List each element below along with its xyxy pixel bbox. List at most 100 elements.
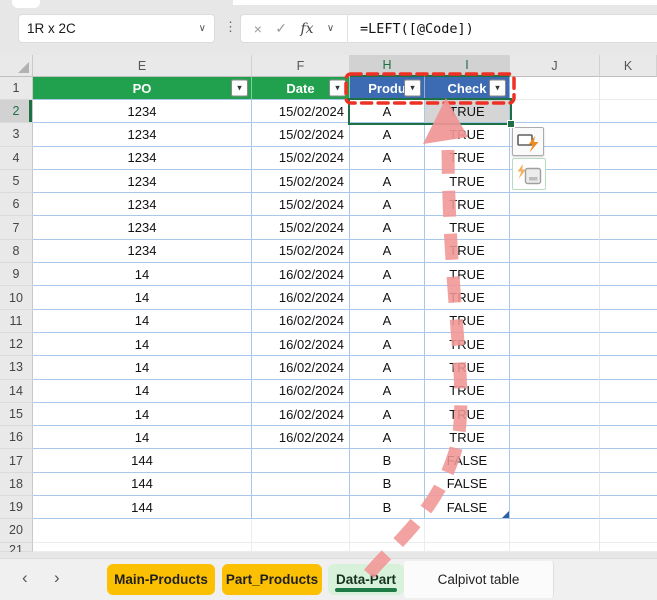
cell-F17[interactable] <box>252 449 350 472</box>
cell-F12[interactable]: 16/02/2024 <box>252 333 350 356</box>
cell-E18[interactable]: 144 <box>33 473 252 496</box>
column-header-K[interactable]: K <box>600 55 657 77</box>
cell-E11[interactable]: 14 <box>33 310 252 333</box>
cell-K7[interactable] <box>600 216 657 239</box>
cell-I13[interactable]: TRUE <box>425 356 510 379</box>
cell-E16[interactable]: 14 <box>33 426 252 449</box>
cell-F20[interactable] <box>252 519 350 542</box>
cancel-icon[interactable]: × <box>254 21 262 37</box>
cell-F10[interactable]: 16/02/2024 <box>252 286 350 309</box>
cell-J13[interactable] <box>510 356 600 379</box>
chevron-down-icon[interactable]: ∨ <box>199 23 206 34</box>
cell-F15[interactable]: 16/02/2024 <box>252 403 350 426</box>
cell-E17[interactable]: 144 <box>33 449 252 472</box>
cell-E21[interactable] <box>33 543 252 552</box>
cell-J20[interactable] <box>510 519 600 542</box>
cell-I2[interactable]: TRUE <box>425 100 510 123</box>
row-header-12[interactable]: 12 <box>0 333 33 356</box>
row-header-16[interactable]: 16 <box>0 426 33 449</box>
cell-H10[interactable]: A <box>350 286 425 309</box>
row-header-15[interactable]: 15 <box>0 403 33 426</box>
name-box[interactable]: 1R x 2C ∨ <box>18 14 215 43</box>
row-header-14[interactable]: 14 <box>0 380 33 403</box>
flash-fill-options-button[interactable] <box>512 127 544 156</box>
cell-F18[interactable] <box>252 473 350 496</box>
cell-H8[interactable]: A <box>350 240 425 263</box>
row-header-4[interactable]: 4 <box>0 147 33 170</box>
cell-I7[interactable]: TRUE <box>425 216 510 239</box>
row-header-11[interactable]: 11 <box>0 310 33 333</box>
cell-E10[interactable]: 14 <box>33 286 252 309</box>
cell-H3[interactable]: A <box>350 123 425 146</box>
cell-H17[interactable]: B <box>350 449 425 472</box>
flash-fill-suggestion-button[interactable] <box>512 158 546 190</box>
cell-I18[interactable]: FALSE <box>425 473 510 496</box>
enter-icon[interactable]: ✓ <box>275 20 287 37</box>
cell-I3[interactable]: TRUE <box>425 123 510 146</box>
cell-H2[interactable]: A <box>350 100 425 123</box>
cell-F21[interactable] <box>252 543 350 552</box>
row-header-5[interactable]: 5 <box>0 170 33 193</box>
cell-J2[interactable] <box>510 100 600 123</box>
sheet-tab-calpivot-table[interactable]: Calpivot table <box>404 561 554 598</box>
cell-I8[interactable]: TRUE <box>425 240 510 263</box>
cell-E2[interactable]: 1234 <box>33 100 252 123</box>
cell-H7[interactable]: A <box>350 216 425 239</box>
cell-F16[interactable]: 16/02/2024 <box>252 426 350 449</box>
column-header-E[interactable]: E <box>33 55 252 77</box>
date-filter-button[interactable]: ▾ <box>329 80 346 97</box>
row-header-6[interactable]: 6 <box>0 193 33 216</box>
cell-I17[interactable]: FALSE <box>425 449 510 472</box>
cell-I15[interactable]: TRUE <box>425 403 510 426</box>
header-cell-check[interactable]: Check ▾ <box>425 77 510 100</box>
cell-J10[interactable] <box>510 286 600 309</box>
chevron-down-icon[interactable]: ∨ <box>327 23 334 34</box>
product-filter-button[interactable]: ▾ <box>404 80 421 97</box>
cell-I21[interactable] <box>425 543 510 552</box>
cell-I5[interactable]: TRUE <box>425 170 510 193</box>
cell-K21[interactable] <box>600 543 657 552</box>
table-resize-handle[interactable] <box>502 511 509 518</box>
sheet-tab-part-products[interactable]: Part_Products <box>222 564 322 595</box>
cell-J7[interactable] <box>510 216 600 239</box>
cell-H20[interactable] <box>350 519 425 542</box>
cell-K1[interactable] <box>600 77 657 100</box>
cell-K10[interactable] <box>600 286 657 309</box>
cell-E14[interactable]: 14 <box>33 380 252 403</box>
cell-K20[interactable] <box>600 519 657 542</box>
cell-I20[interactable] <box>425 519 510 542</box>
cell-E4[interactable]: 1234 <box>33 147 252 170</box>
cell-I16[interactable]: TRUE <box>425 426 510 449</box>
cell-K15[interactable] <box>600 403 657 426</box>
cell-I11[interactable]: TRUE <box>425 310 510 333</box>
row-header-3[interactable]: 3 <box>0 123 33 146</box>
sheet-tab-data-part[interactable]: Data-Part <box>328 564 404 595</box>
cell-E6[interactable]: 1234 <box>33 193 252 216</box>
column-header-F[interactable]: F <box>252 55 350 77</box>
cell-E8[interactable]: 1234 <box>33 240 252 263</box>
cell-H6[interactable]: A <box>350 193 425 216</box>
header-cell-date[interactable]: Date ▾ <box>252 77 350 100</box>
check-filter-button[interactable]: ▾ <box>489 80 506 97</box>
cell-K6[interactable] <box>600 193 657 216</box>
row-header-13[interactable]: 13 <box>0 356 33 379</box>
cell-E13[interactable]: 14 <box>33 356 252 379</box>
cell-I12[interactable]: TRUE <box>425 333 510 356</box>
row-header-19[interactable]: 19 <box>0 496 33 519</box>
select-all-corner[interactable] <box>0 55 33 77</box>
row-header-1[interactable]: 1 <box>0 77 33 100</box>
cell-E20[interactable] <box>33 519 252 542</box>
cell-J18[interactable] <box>510 473 600 496</box>
po-filter-button[interactable]: ▾ <box>231 80 248 97</box>
cell-J8[interactable] <box>510 240 600 263</box>
sheet-tab-main-products[interactable]: Main-Products <box>107 564 215 595</box>
cell-F13[interactable]: 16/02/2024 <box>252 356 350 379</box>
cell-I6[interactable]: TRUE <box>425 193 510 216</box>
cell-K3[interactable] <box>600 123 657 146</box>
cell-K19[interactable] <box>600 496 657 519</box>
cell-K5[interactable] <box>600 170 657 193</box>
column-header-H[interactable]: H <box>350 55 425 77</box>
cell-F11[interactable]: 16/02/2024 <box>252 310 350 333</box>
cell-J21[interactable] <box>510 543 600 552</box>
cell-H18[interactable]: B <box>350 473 425 496</box>
